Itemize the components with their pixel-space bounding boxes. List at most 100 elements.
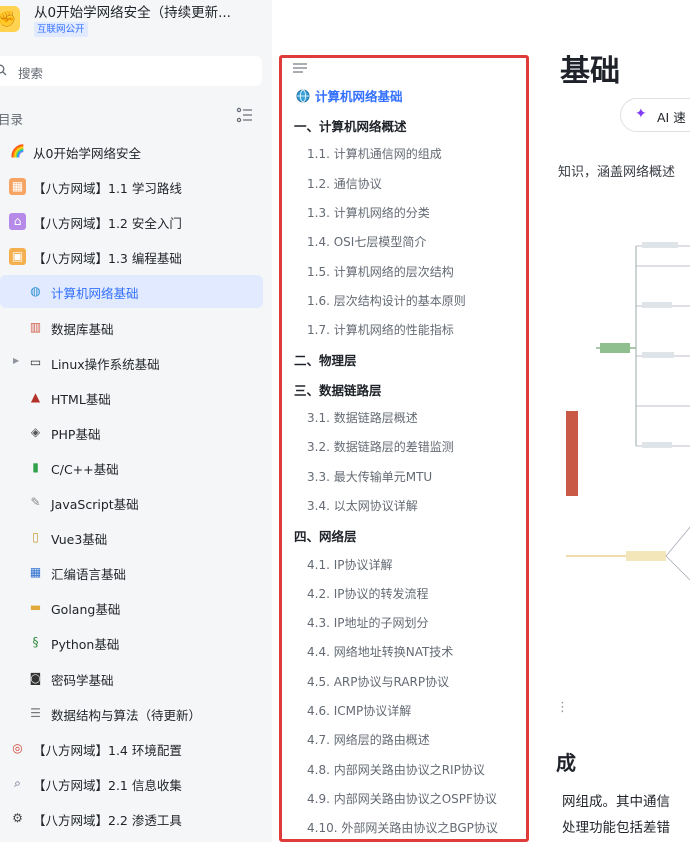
- ai-summary-button[interactable]: ✦ AI 速: [620, 98, 690, 132]
- outline-heading-2[interactable]: 1.7. 计算机网络的性能指标: [307, 321, 454, 338]
- outline-heading-2[interactable]: 4.4. 网络地址转换NAT技术: [307, 643, 453, 660]
- outline-heading-2[interactable]: 3.3. 最大传输单元MTU: [307, 468, 432, 485]
- magnifier-icon: ⌕: [14, 775, 21, 790]
- sidebar-item[interactable]: ◈ PHP基础: [0, 416, 263, 449]
- sidebar-item[interactable]: ▦ 汇编语言基础: [0, 556, 263, 589]
- folder-icon: ▬: [29, 600, 42, 615]
- target-icon: ◎: [12, 740, 23, 755]
- outline-heading-2[interactable]: 3.1. 数据链路层概述: [307, 409, 418, 426]
- sidebar-item[interactable]: ▬ Golang基础: [0, 591, 263, 624]
- outline-heading-2[interactable]: 1.4. OSI七层模型简介: [307, 233, 426, 250]
- outline-menu-icon[interactable]: [293, 63, 307, 73]
- sidebar-item[interactable]: ▶ ▭ Linux操作系统基础: [0, 346, 263, 379]
- outline-heading-1[interactable]: 四、网络层: [294, 526, 357, 545]
- outline-title[interactable]: 计算机网络基础: [296, 86, 403, 105]
- outline-heading-1[interactable]: 二、物理层: [294, 350, 357, 369]
- outline-heading-2[interactable]: 3.2. 数据链路层的差错监测: [307, 438, 454, 455]
- grid-icon: ▦: [29, 565, 42, 580]
- document-title: 基础: [560, 54, 620, 89]
- chart-icon: ▦: [9, 178, 26, 196]
- sidebar-item-label: 【八方网域】1.4 环境配置: [33, 742, 182, 758]
- outline-title-label: 计算机网络基础: [315, 89, 403, 104]
- sidebar-item-label: 汇编语言基础: [51, 567, 127, 583]
- sidebar: ✊ 从0开始学网络安全（持续更新... 互联网公开 搜索 目录 🌈 从0开始学网络…: [0, 0, 272, 842]
- sidebar-item-label: Python基础: [51, 637, 120, 653]
- sidebar-item-label: 从0开始学网络安全: [33, 146, 141, 161]
- knowledge-base-header[interactable]: ✊ 从0开始学网络安全（持续更新... 互联网公开: [0, 0, 272, 46]
- outline-heading-2[interactable]: 1.5. 计算机网络的层次结构: [307, 263, 454, 280]
- globe-icon: [296, 89, 310, 103]
- outline-heading-2[interactable]: 4.5. ARP协议与RARP协议: [307, 673, 449, 690]
- sidebar-item-label: Vue3基础: [51, 532, 108, 548]
- sidebar-item-label: HTML基础: [51, 391, 111, 407]
- search-placeholder: 搜索: [18, 66, 44, 81]
- sidebar-item-label: 密码学基础: [51, 672, 114, 688]
- sidebar-item[interactable]: ▮ C/C++基础: [0, 451, 263, 484]
- outline-heading-1[interactable]: 三、数据链路层: [294, 380, 382, 399]
- sidebar-item-label: 计算机网络基础: [51, 286, 139, 302]
- laptop-icon: ▭: [29, 354, 42, 369]
- sidebar-item-label: 【八方网域】1.1 学习路线: [33, 181, 182, 197]
- sidebar-item-label: JavaScript基础: [51, 497, 139, 512]
- outline-heading-2[interactable]: 4.3. IP地址的子网划分: [307, 614, 429, 631]
- outline-heading-2[interactable]: 4.7. 网络层的路由概述: [307, 731, 430, 748]
- outline-heading-2[interactable]: 4.1. IP协议详解: [307, 556, 393, 573]
- body-text-line: 处理功能包括差错: [562, 820, 670, 836]
- outline-heading-2[interactable]: 4.9. 内部网关路由协议之OSPF协议: [307, 790, 497, 807]
- bar-chart-icon: ▥: [29, 319, 42, 334]
- doc-icon: ☰: [30, 705, 41, 720]
- note-icon: ✎: [30, 495, 41, 509]
- outline-heading-2[interactable]: 1.3. 计算机网络的分类: [307, 204, 430, 221]
- toc-list-toggle-icon[interactable]: [236, 106, 254, 124]
- body-text-line: 网组成。其中通信: [562, 794, 670, 810]
- sidebar-item[interactable]: ⌕ 【八方网域】2.1 信息收集: [0, 767, 263, 800]
- sidebar-item[interactable]: ✎ JavaScript基础: [0, 486, 263, 519]
- sparkle-icon: ✦: [635, 106, 647, 122]
- sidebar-item[interactable]: ▦ 【八方网域】1.1 学习路线: [0, 170, 263, 203]
- sidebar-item[interactable]: ▲ HTML基础: [0, 381, 263, 414]
- sidebar-item-label: 【八方网域】1.2 安全入门: [33, 216, 182, 232]
- sidebar-item-label: 【八方网域】1.3 编程基础: [33, 251, 182, 267]
- sidebar-item-label: C/C++基础: [51, 461, 119, 477]
- hat-icon: ▲: [30, 389, 41, 404]
- sidebar-item[interactable]: ⌂ 【八方网域】1.2 安全入门: [0, 205, 263, 238]
- toc-heading: 目录: [0, 112, 24, 127]
- knowledge-base-avatar: ✊: [0, 6, 20, 32]
- document-outline-panel: 计算机网络基础 一、计算机网络概述 1.1. 计算机通信网的组成 1.2. 通信协议…: [279, 55, 529, 842]
- outline-heading-2[interactable]: 1.1. 计算机通信网的组成: [307, 145, 442, 162]
- outline-heading-1[interactable]: 一、计算机网络概述: [294, 116, 407, 135]
- outline-heading-2[interactable]: 4.8. 内部网关路由协议之RIP协议: [307, 761, 485, 778]
- sidebar-item-label: Linux操作系统基础: [51, 356, 160, 372]
- sidebar-item[interactable]: ⚙ 【八方网域】2.2 渗透工具: [0, 802, 263, 835]
- snake-icon: §: [32, 635, 39, 650]
- page-icon: ▯: [32, 530, 39, 545]
- sidebar-item-label: 【八方网域】2.1 信息收集: [33, 777, 182, 793]
- rainbow-icon: 🌈: [10, 144, 25, 158]
- sidebar-item[interactable]: 🌈 从0开始学网络安全: [0, 135, 263, 168]
- outline-heading-2[interactable]: 4.2. IP协议的转发流程: [307, 585, 429, 602]
- sidebar-item[interactable]: ◍ 计算机网络基础: [0, 275, 263, 309]
- outline-heading-2[interactable]: 1.6. 层次结构设计的基本原则: [307, 292, 466, 309]
- mind-map-image[interactable]: [556, 226, 690, 616]
- sidebar-item[interactable]: ☰ 数据结构与算法（待更新）: [0, 697, 263, 730]
- sidebar-item-label: PHP基础: [51, 426, 101, 442]
- section-heading: 成: [556, 751, 576, 775]
- sidebar-item[interactable]: ▣ 【八方网域】1.3 编程基础: [0, 240, 263, 273]
- outline-heading-2[interactable]: 3.4. 以太网协议详解: [307, 497, 418, 514]
- expand-arrow-icon[interactable]: ▶: [13, 356, 19, 365]
- sidebar-item[interactable]: § Python基础: [0, 626, 263, 659]
- sidebar-item[interactable]: ▥ 数据库基础: [0, 311, 263, 344]
- sidebar-item[interactable]: ◙ 密码学基础: [0, 662, 263, 695]
- search-input[interactable]: 搜索: [0, 56, 262, 86]
- outline-heading-2[interactable]: 4.10. 外部网关路由协议之BGP协议: [307, 819, 498, 836]
- sidebar-item[interactable]: ▯ Vue3基础: [0, 521, 263, 554]
- outline-heading-2[interactable]: 4.6. ICMP协议详解: [307, 702, 411, 719]
- box-icon: ▣: [9, 248, 26, 266]
- php-icon: ◈: [30, 424, 41, 439]
- sidebar-item[interactable]: ◎ 【八方网域】1.4 环境配置: [0, 732, 263, 765]
- sidebar-item-label: 【八方网域】2.2 渗透工具: [33, 812, 182, 828]
- knowledge-base-title[interactable]: 从0开始学网络安全（持续更新...: [34, 1, 264, 21]
- outline-heading-2[interactable]: 1.2. 通信协议: [307, 175, 382, 192]
- sidebar-item-label: Golang基础: [51, 602, 121, 618]
- search-icon: [0, 64, 7, 76]
